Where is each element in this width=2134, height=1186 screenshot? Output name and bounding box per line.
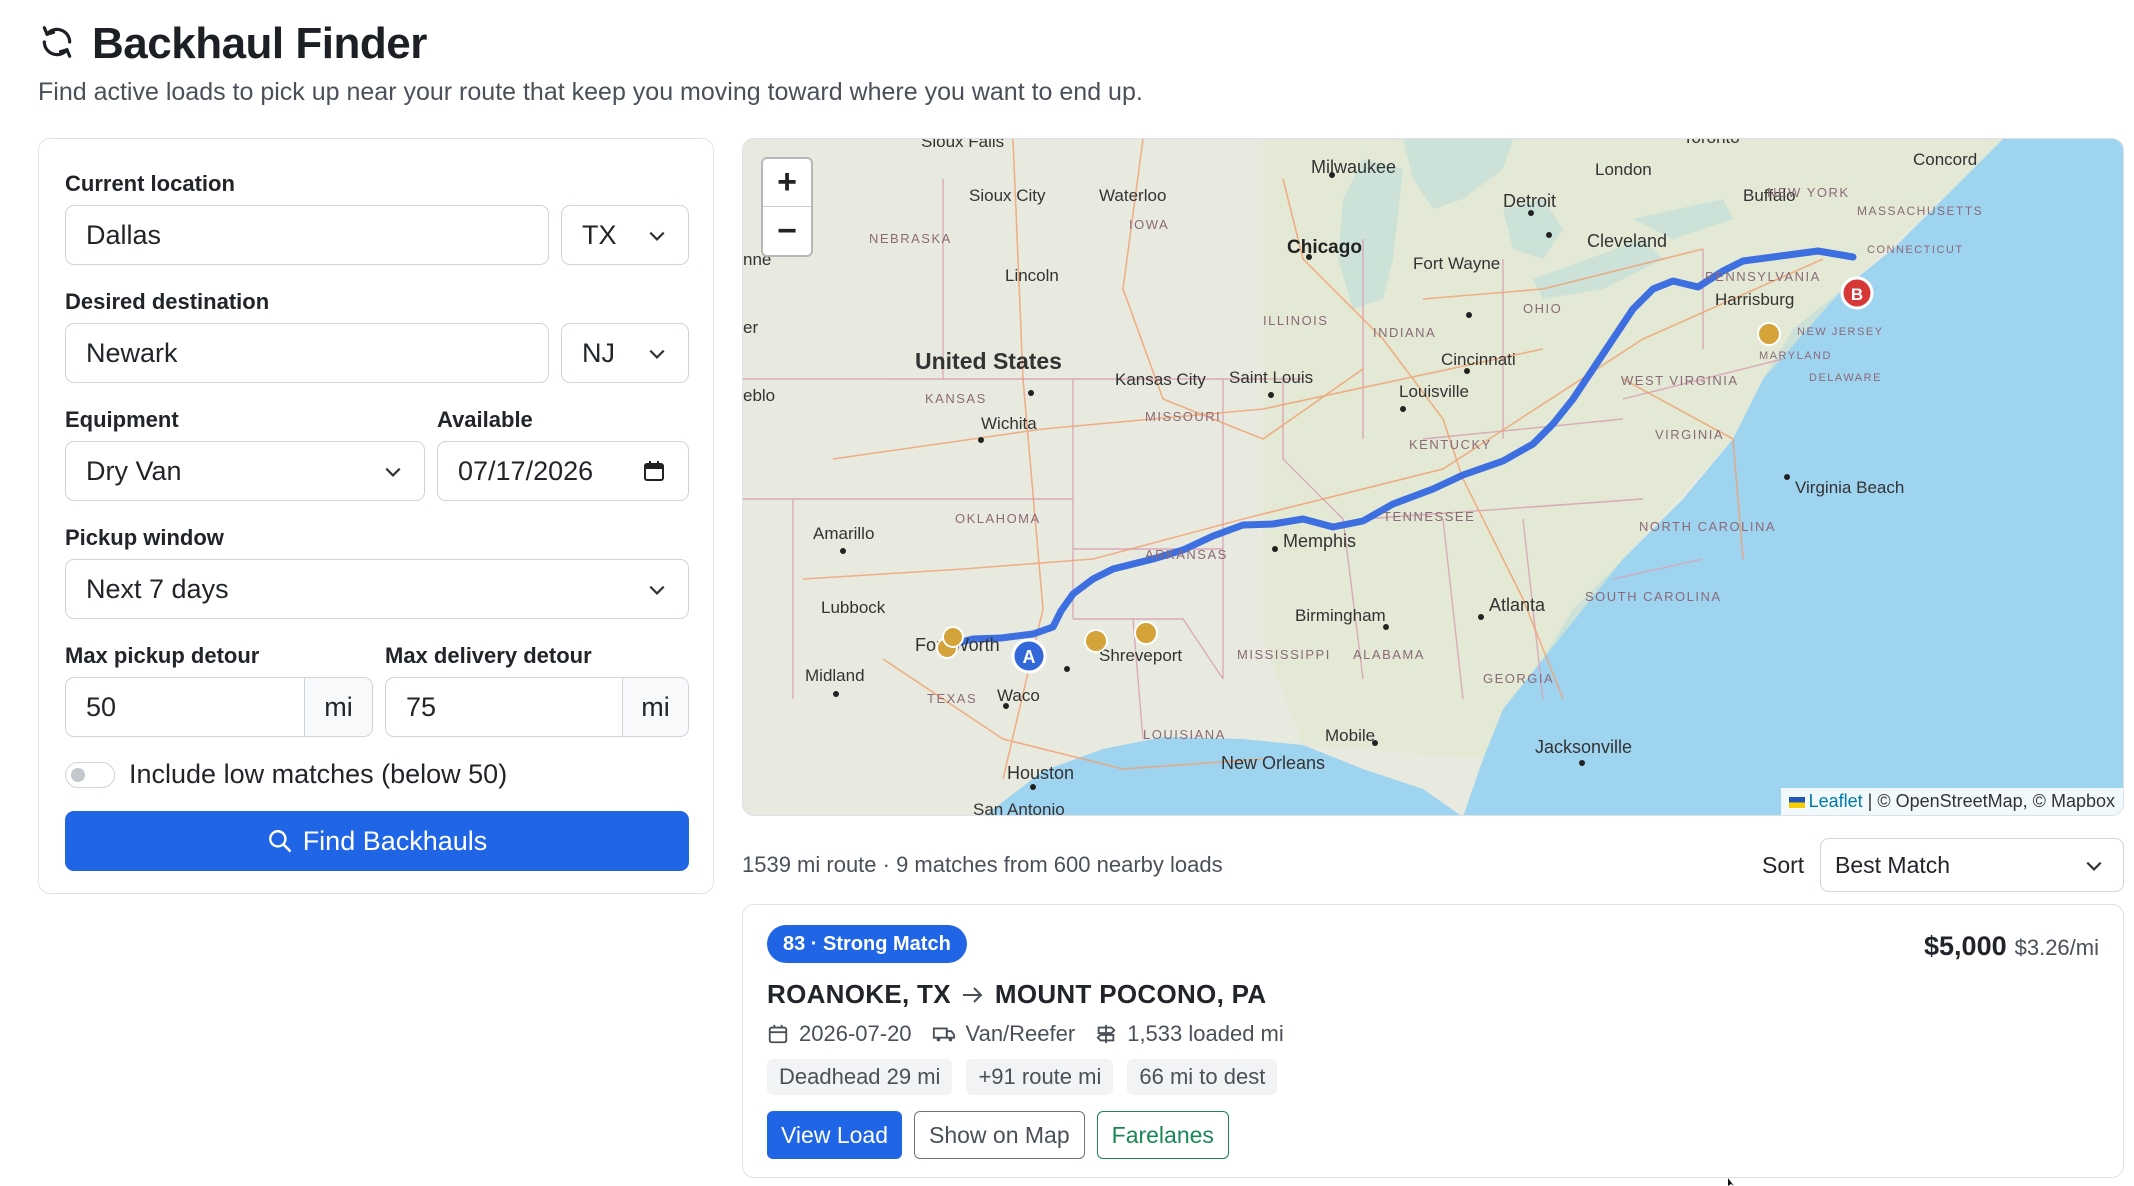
load-chips: Deadhead 29 mi +91 route mi 66 mi to des… xyxy=(767,1059,1278,1095)
max-pickup-detour-input[interactable]: 50 xyxy=(66,678,304,736)
max-delivery-detour-input[interactable]: 75 xyxy=(386,678,622,736)
pickup-markers: A B xyxy=(936,276,1874,674)
search-icon xyxy=(268,830,291,853)
pickup-marker[interactable] xyxy=(1084,629,1108,653)
results-summary: 1539 mi route · 9 matches from 600 nearb… xyxy=(742,852,1223,877)
chevron-down-icon xyxy=(649,231,665,241)
load-route-title: ROANOKE, TX MOUNT POCONO, PA xyxy=(767,979,1266,1010)
equipment-label: Equipment xyxy=(65,407,179,432)
deadhead-chip: Deadhead 29 mi xyxy=(767,1059,953,1095)
current-city-input[interactable]: Dallas xyxy=(65,205,549,265)
app-title: Backhaul Finder xyxy=(92,19,427,68)
max-pickup-detour-group: 50 mi xyxy=(65,677,373,737)
rate-per-mile: $3.26/mi xyxy=(2014,935,2099,960)
current-location-label: Current location xyxy=(65,171,235,196)
refresh-cycle-icon xyxy=(38,23,76,66)
chevron-down-icon xyxy=(649,349,665,359)
destination-state-value: NJ xyxy=(582,337,615,368)
map-attribution: Leaflet | © OpenStreetMap, © Mapbox xyxy=(1780,788,2123,815)
card-actions: View Load Show on Map Farelanes xyxy=(767,1111,1229,1159)
signpost-icon xyxy=(1096,1024,1116,1044)
destination-city-value: Newark xyxy=(86,337,178,368)
destination-marker-b[interactable]: B xyxy=(1840,276,1874,310)
find-backhauls-button[interactable]: Find Backhauls xyxy=(65,811,689,871)
pickup-date: 2026-07-20 xyxy=(799,1021,912,1046)
max-delivery-detour-group: 75 mi xyxy=(385,677,689,737)
low-matches-label: Include low matches (below 50) xyxy=(129,759,508,789)
load-result-card: 83 · Strong Match $5,000 $3.26/mi ROANOK… xyxy=(742,904,2124,1178)
farelanes-button[interactable]: Farelanes xyxy=(1096,1111,1229,1159)
match-score-badge: 83 · Strong Match xyxy=(767,925,967,963)
available-label: Available xyxy=(437,407,533,432)
miles-to-dest-chip: 66 mi to dest xyxy=(1127,1059,1278,1095)
mouse-cursor-icon xyxy=(1728,1178,1734,1186)
load-origin: ROANOKE, TX xyxy=(767,979,951,1009)
low-matches-toggle[interactable] xyxy=(65,761,115,788)
route-miles-chip: +91 route mi xyxy=(966,1059,1114,1095)
loaded-miles: 1,533 loaded mi xyxy=(1127,1021,1284,1046)
current-city-value: Dallas xyxy=(86,219,162,250)
route-map[interactable]: Sioux Falls Sioux City Waterloo Milwauke… xyxy=(742,138,2124,816)
destination-label: Desired destination xyxy=(65,289,270,314)
truck-icon xyxy=(932,1027,955,1042)
available-date-value: 07/17/2026 xyxy=(458,455,594,486)
current-state-value: TX xyxy=(582,219,617,250)
equipment-select[interactable]: Dry Van xyxy=(65,441,425,501)
max-pickup-detour-label: Max pickup detour xyxy=(65,643,260,668)
pickup-window-select[interactable]: Next 7 days xyxy=(65,559,689,619)
ukraine-flag-icon xyxy=(1788,796,1805,808)
calendar-icon[interactable] xyxy=(642,459,666,483)
load-price: $5,000 xyxy=(1924,931,2007,961)
search-form: Current location Dallas TX Desired desti… xyxy=(38,138,714,894)
chevron-down-icon xyxy=(2086,861,2102,871)
load-destination: MOUNT POCONO, PA xyxy=(994,979,1267,1009)
pickup-marker[interactable] xyxy=(1134,621,1158,645)
page-subtitle: Find active loads to pick up near your r… xyxy=(38,78,1143,106)
pickup-window-label: Pickup window xyxy=(65,525,224,550)
leaflet-link[interactable]: Leaflet xyxy=(1809,791,1863,811)
price-block: $5,000 $3.26/mi xyxy=(1924,931,2099,962)
find-backhauls-label: Find Backhauls xyxy=(302,825,488,856)
calendar-icon xyxy=(768,1024,788,1044)
marker-a-label: A xyxy=(1023,647,1036,667)
sort-label: Sort xyxy=(1762,852,1805,878)
max-delivery-detour-label: Max delivery detour xyxy=(385,643,592,668)
equipment-type: Van/Reefer xyxy=(965,1021,1076,1046)
available-date-input[interactable]: 07/17/2026 xyxy=(437,441,689,501)
load-meta: 2026-07-20 Van/Reefer 1,533 loaded mi xyxy=(767,1021,1284,1047)
low-matches-row: Include low matches (below 50) xyxy=(65,759,507,790)
attribution-text: | © OpenStreetMap, © Mapbox xyxy=(1867,791,2115,811)
max-pickup-unit: mi xyxy=(304,678,372,736)
destination-city-input[interactable]: Newark xyxy=(65,323,549,383)
zoom-in-button[interactable]: + xyxy=(763,159,811,207)
page-title: Backhaul Finder xyxy=(38,14,427,74)
zoom-out-button[interactable]: − xyxy=(763,207,811,255)
origin-marker-a[interactable]: A xyxy=(1011,638,1047,674)
pickup-window-value: Next 7 days xyxy=(86,573,229,604)
show-on-map-button[interactable]: Show on Map xyxy=(914,1111,1085,1159)
arrow-right-icon xyxy=(962,986,983,1003)
zoom-control: + − xyxy=(761,157,813,257)
pickup-marker[interactable] xyxy=(1757,322,1781,346)
current-state-select[interactable]: TX xyxy=(561,205,689,265)
chevron-down-icon xyxy=(649,585,665,595)
marker-b-label: B xyxy=(1851,285,1863,304)
sort-value: Best Match xyxy=(1835,851,1951,878)
equipment-value: Dry Van xyxy=(86,455,182,486)
chevron-down-icon xyxy=(385,467,401,477)
destination-state-select[interactable]: NJ xyxy=(561,323,689,383)
sort-select[interactable]: Best Match xyxy=(1820,838,2124,892)
pickup-marker[interactable] xyxy=(942,626,964,648)
view-load-button[interactable]: View Load xyxy=(767,1111,902,1159)
max-delivery-unit: mi xyxy=(622,678,688,736)
